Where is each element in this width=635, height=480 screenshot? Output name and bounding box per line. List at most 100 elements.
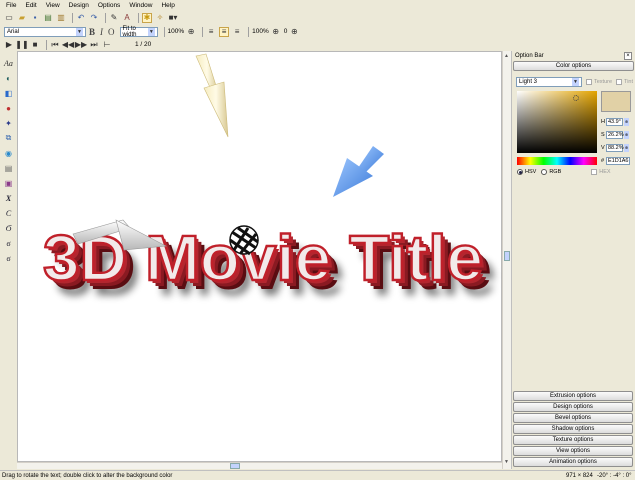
align-right-icon[interactable]: ≡ bbox=[232, 27, 242, 37]
hex-input[interactable]: E1D1A6 bbox=[606, 157, 630, 165]
light-select-value: Light 3 bbox=[519, 79, 538, 85]
v-spinner-icon[interactable]: ⊕ bbox=[624, 144, 629, 152]
canvas-vertical-scrollbar[interactable]: ▲ ▼ bbox=[502, 51, 511, 469]
section-view-options[interactable]: View options bbox=[513, 446, 633, 456]
previous-frame-icon[interactable]: ◀◀ bbox=[62, 40, 74, 50]
horizontal-scroll-thumb[interactable] bbox=[230, 463, 240, 469]
sphere-tool-icon[interactable]: ◉ bbox=[3, 147, 15, 159]
rgb-radio[interactable] bbox=[541, 169, 548, 175]
font-select[interactable]: Arial ▼ bbox=[4, 26, 86, 37]
pause-icon[interactable]: ❚❚ bbox=[15, 40, 28, 50]
current-color-swatch bbox=[601, 91, 631, 112]
scroll-down-icon[interactable]: ▼ bbox=[504, 459, 509, 465]
texture-checkbox[interactable] bbox=[586, 79, 592, 85]
light-arrow-yellow[interactable] bbox=[195, 53, 229, 138]
section-texture-options[interactable]: Texture options bbox=[513, 435, 633, 445]
vertical-scroll-thumb[interactable] bbox=[504, 251, 510, 261]
layers-tool-icon[interactable]: ▤ bbox=[3, 162, 15, 174]
menu-help[interactable]: Help bbox=[161, 2, 174, 9]
text-tool-icon[interactable]: Aa bbox=[3, 57, 15, 69]
status-hint: Drag to rotate the text; double click to… bbox=[2, 472, 173, 479]
save-icon[interactable]: ▪ bbox=[30, 13, 40, 23]
frame-counter: 1 / 20 bbox=[135, 41, 152, 48]
first-frame-icon[interactable]: ⏮ bbox=[50, 40, 60, 50]
cube-tool-icon[interactable]: ◧ bbox=[3, 87, 15, 99]
menu-view[interactable]: View bbox=[46, 2, 60, 9]
scroll-up-icon[interactable]: ▲ bbox=[504, 53, 509, 59]
hex-label: HEX bbox=[599, 169, 611, 175]
box-tool-icon[interactable]: ▣ bbox=[3, 177, 15, 189]
bold-button[interactable]: B bbox=[89, 27, 95, 37]
rotate-tool-icon[interactable]: ✦ bbox=[3, 117, 15, 129]
s-spinner-icon[interactable]: ⊕ bbox=[624, 131, 629, 139]
open-folder-icon[interactable]: ▰ bbox=[17, 13, 27, 23]
play-icon[interactable]: ▶ bbox=[4, 40, 14, 50]
section-color-options[interactable]: Color options bbox=[513, 61, 634, 71]
section-extrusion-options[interactable]: Extrusion options bbox=[513, 391, 633, 401]
menu-edit[interactable]: Edit bbox=[25, 2, 36, 9]
spacing-spinner-icon[interactable]: ⊕ bbox=[289, 27, 299, 37]
v-input[interactable]: 88.2% bbox=[606, 144, 624, 152]
stop-icon[interactable]: ■ bbox=[30, 40, 40, 50]
texture-label: Texture bbox=[594, 79, 613, 85]
design-canvas[interactable]: 3D Movie Title 3D Movie Title 3D Movie T… bbox=[17, 51, 502, 462]
hsv-radio[interactable] bbox=[517, 169, 523, 175]
light-select[interactable]: Light 3 ▼ bbox=[516, 77, 582, 87]
hsv-label: HSV bbox=[525, 169, 537, 175]
s-input[interactable]: 26.2% bbox=[606, 131, 624, 139]
animation-toolbar: ▶ ❚❚ ■ ⏮ ◀◀ ▶▶ ⏭ ⊢ 1 / 20 bbox=[0, 38, 635, 51]
rotation-ball-icon[interactable] bbox=[229, 225, 259, 256]
lighting-tool-icon[interactable]: ◐ bbox=[3, 72, 15, 84]
background-color-icon[interactable]: ■▾ bbox=[168, 13, 178, 23]
align-left-icon[interactable]: ≡ bbox=[206, 27, 216, 37]
fit-mode-select[interactable]: Fit to width ▼ bbox=[119, 26, 158, 38]
h-input[interactable]: 43.9° bbox=[606, 118, 623, 126]
italic-button[interactable]: I bbox=[100, 27, 103, 37]
toolbar-separator bbox=[72, 12, 73, 23]
next-frame-icon[interactable]: ▶▶ bbox=[75, 40, 87, 50]
section-animation-options[interactable]: Animation options bbox=[513, 457, 633, 467]
hex-checkbox[interactable] bbox=[591, 169, 598, 175]
curve-tool-2-icon[interactable]: Ϭ bbox=[3, 222, 15, 234]
close-icon[interactable]: × bbox=[624, 52, 632, 60]
section-shadow-options[interactable]: Shadow options bbox=[513, 424, 633, 434]
color-picker-cursor[interactable] bbox=[573, 95, 579, 101]
transform-x-icon[interactable]: X bbox=[3, 192, 15, 204]
status-angles: -20° : -4° : 0° bbox=[597, 472, 632, 479]
redo-icon[interactable]: ↷ bbox=[89, 13, 99, 23]
menu-window[interactable]: Window bbox=[129, 2, 152, 9]
tint-checkbox[interactable] bbox=[616, 79, 623, 85]
last-frame-icon[interactable]: ⏭ bbox=[89, 40, 99, 50]
toolbar-separator bbox=[248, 26, 250, 37]
export-icon[interactable]: ▤ bbox=[43, 13, 53, 23]
menu-options[interactable]: Options bbox=[98, 2, 120, 9]
new-file-icon[interactable]: ▭ bbox=[4, 13, 14, 23]
zoom-spinner-icon[interactable]: ⊕ bbox=[186, 27, 196, 37]
section-design-options[interactable]: Design options bbox=[513, 402, 633, 412]
h-spinner-icon[interactable]: ⊕ bbox=[624, 118, 629, 126]
canvas-horizontal-scrollbar[interactable] bbox=[17, 462, 502, 469]
saturation-value-picker[interactable] bbox=[517, 91, 597, 153]
section-bevel-options[interactable]: Bevel options bbox=[513, 413, 633, 423]
menu-design[interactable]: Design bbox=[69, 2, 89, 9]
canvas-scene: 3D Movie Title 3D Movie Title 3D Movie T… bbox=[42, 53, 496, 309]
align-center-icon[interactable]: ≡ bbox=[219, 26, 230, 37]
dropper-icon[interactable]: ✎ bbox=[109, 13, 119, 23]
frame-slider-icon[interactable]: ⊢ bbox=[102, 40, 112, 50]
text-format-icon[interactable]: A bbox=[122, 13, 132, 23]
curve-tool-3-icon[interactable]: ϭ bbox=[3, 237, 15, 249]
color-tool-icon[interactable]: ● bbox=[3, 102, 15, 114]
undo-icon[interactable]: ↶ bbox=[76, 13, 86, 23]
import-icon[interactable]: ▥ bbox=[56, 13, 66, 23]
curve-tool-1-icon[interactable]: C bbox=[3, 207, 15, 219]
curve-tool-4-icon[interactable]: ϭ bbox=[3, 252, 15, 264]
lightbulb-icon[interactable]: ✱ bbox=[142, 12, 152, 23]
outline-button[interactable]: O bbox=[108, 27, 115, 37]
shapes-tool-icon[interactable]: ⧉ bbox=[3, 132, 15, 144]
magic-wand-icon[interactable]: ✧ bbox=[155, 13, 165, 23]
zoom-spinner-icon[interactable]: ⊕ bbox=[271, 27, 281, 37]
hue-slider[interactable] bbox=[517, 157, 597, 165]
panel-header: Option Bar × bbox=[512, 51, 635, 61]
light-arrow-blue[interactable] bbox=[333, 146, 384, 197]
menu-file[interactable]: File bbox=[6, 2, 16, 9]
